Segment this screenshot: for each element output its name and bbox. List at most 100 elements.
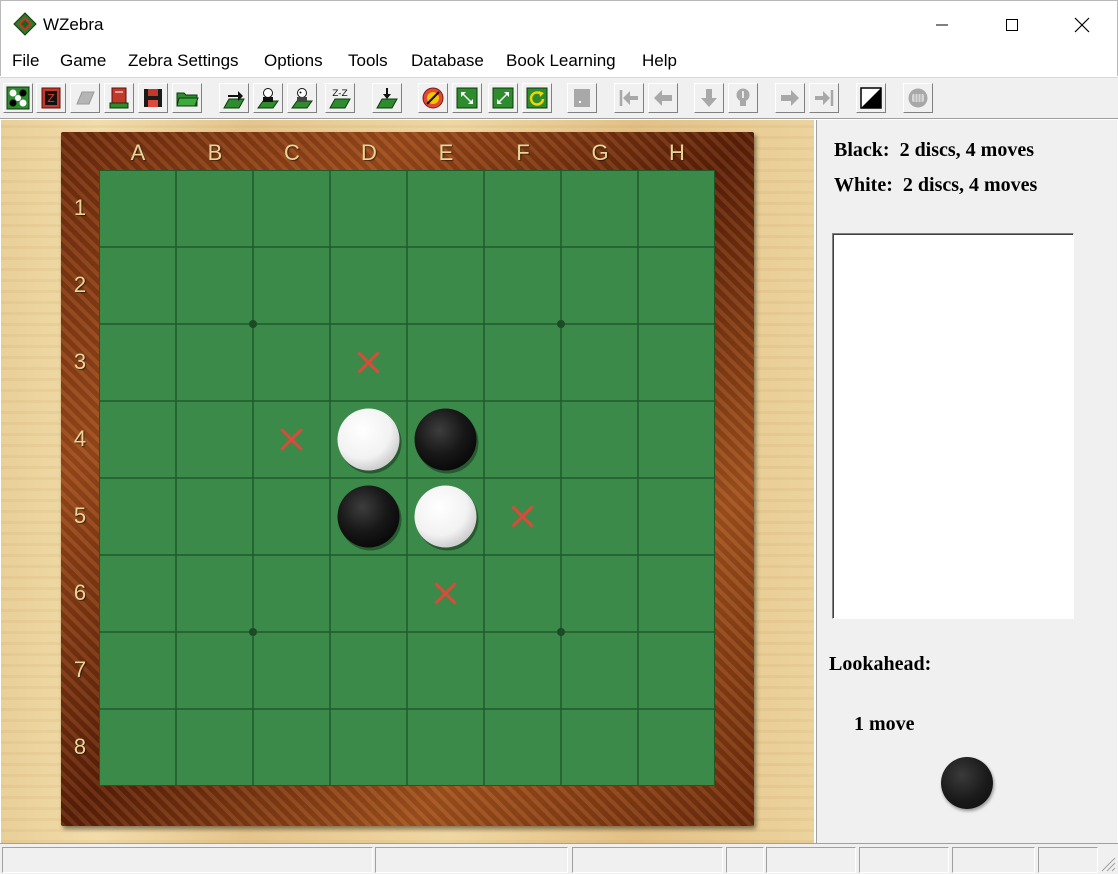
menu-help[interactable]: Help	[642, 51, 677, 71]
disc-white-d4	[337, 408, 400, 471]
menu-options[interactable]: Options	[264, 51, 323, 71]
last-move-icon	[815, 90, 834, 106]
column-label-e: E	[438, 140, 454, 165]
menu-file[interactable]: File	[12, 51, 39, 71]
status-pane-6	[859, 847, 949, 873]
download-move-icon	[376, 88, 398, 109]
toolbar: Z Z-Z	[0, 77, 1118, 119]
abacus-icon	[908, 88, 928, 108]
row-label-3: 3	[73, 349, 87, 374]
sleep-zz-button[interactable]: Z-Z	[325, 83, 355, 113]
star-point	[557, 628, 565, 636]
menu-tools[interactable]: Tools	[348, 51, 388, 71]
disc-black-e4	[414, 408, 477, 471]
download-move-button[interactable]	[372, 83, 402, 113]
legal-move-d3[interactable]	[357, 351, 380, 374]
black-label: Black:	[834, 139, 890, 161]
maximize-button[interactable]	[977, 1, 1047, 49]
refresh-board-button[interactable]	[522, 83, 552, 113]
maximize-icon	[1006, 19, 1018, 31]
save-book-icon	[109, 87, 129, 109]
row-label-6: 6	[73, 580, 87, 605]
board-frame: A B C D E F G H 1 2 3 4 5 6 7 8	[61, 132, 754, 826]
stop-button[interactable]	[418, 83, 448, 113]
title-bar: WZebra	[0, 0, 1118, 48]
lightbulb-icon	[736, 88, 750, 106]
status-pane-2	[375, 847, 568, 873]
star-point	[557, 320, 565, 328]
move-forward-board-icon	[223, 91, 245, 109]
person-analyze-button[interactable]	[253, 83, 283, 113]
lightbulb-button[interactable]	[728, 83, 758, 113]
previous-move-icon	[654, 90, 672, 106]
row-label-8: 8	[73, 734, 87, 759]
blank-page-button[interactable]	[567, 83, 597, 113]
eraser-button[interactable]	[70, 83, 100, 113]
lookahead-label: Lookahead:	[829, 653, 932, 675]
disc-black-d5	[337, 485, 400, 548]
person-analyze-icon	[257, 88, 279, 109]
column-label-d: D	[361, 140, 377, 165]
black-white-toggle-button[interactable]	[856, 83, 886, 113]
rotate-board-icon	[456, 87, 478, 109]
legal-move-f5[interactable]	[511, 505, 534, 528]
new-game-icon	[6, 86, 30, 110]
save-disk-button[interactable]	[138, 83, 168, 113]
wzebra-app-icon	[13, 12, 37, 36]
star-point	[249, 628, 257, 636]
menu-book-learning[interactable]: Book Learning	[506, 51, 616, 71]
othello-board[interactable]	[99, 170, 715, 786]
side-to-move-disc	[941, 757, 993, 809]
status-pane-4	[726, 847, 764, 873]
svg-text:Z: Z	[47, 92, 55, 105]
lookahead-value: 1 move	[854, 713, 915, 735]
open-folder-button[interactable]	[172, 83, 202, 113]
menu-zebra-settings[interactable]: Zebra Settings	[128, 51, 239, 71]
blank-page-icon	[574, 89, 590, 107]
white-score-value: 2 discs, 4 moves	[902, 174, 1038, 196]
board-area: A B C D E F G H 1 2 3 4 5 6 7 8	[1, 120, 814, 843]
flip-board-button[interactable]	[488, 83, 518, 113]
last-move-button[interactable]	[809, 83, 839, 113]
person-hint-button[interactable]	[287, 83, 317, 113]
resize-grip-icon[interactable]	[1096, 852, 1116, 872]
black-score-value: 2 discs, 4 moves	[899, 139, 1035, 161]
save-book-button[interactable]	[104, 83, 134, 113]
status-pane-3	[572, 847, 723, 873]
column-label-b: B	[207, 140, 223, 165]
row-label-4: 4	[73, 426, 87, 451]
abacus-button[interactable]	[903, 83, 933, 113]
down-arrow-icon	[701, 89, 717, 107]
rotate-board-button[interactable]	[452, 83, 482, 113]
close-icon	[1074, 17, 1090, 33]
status-pane-8	[1038, 847, 1098, 873]
zebra-book-button[interactable]: Z	[36, 83, 66, 113]
row-label-2: 2	[73, 272, 87, 297]
column-label-f: F	[516, 140, 530, 165]
svg-text:Z-Z: Z-Z	[332, 89, 347, 99]
next-move-button[interactable]	[775, 83, 805, 113]
menu-bar: File Game Zebra Settings Options Tools D…	[0, 48, 1118, 76]
minimize-icon	[936, 24, 948, 26]
menu-database[interactable]: Database	[411, 51, 484, 71]
move-list-box[interactable]	[832, 233, 1074, 619]
move-forward-board-button[interactable]	[219, 83, 249, 113]
legal-move-c4[interactable]	[280, 428, 303, 451]
menu-game[interactable]: Game	[60, 51, 106, 71]
save-disk-icon	[144, 89, 162, 107]
white-score: White: 2 discs, 4 moves	[834, 174, 1037, 197]
column-label-h: H	[669, 140, 685, 165]
star-point	[249, 320, 257, 328]
close-button[interactable]	[1047, 1, 1117, 49]
down-arrow-button[interactable]	[694, 83, 724, 113]
zebra-book-icon: Z	[41, 87, 61, 109]
legal-move-e6[interactable]	[434, 582, 457, 605]
new-game-button[interactable]	[3, 83, 33, 113]
minimize-button[interactable]	[907, 1, 977, 49]
sleep-zz-icon: Z-Z	[329, 89, 351, 109]
open-folder-icon	[176, 92, 199, 107]
status-pane-1	[2, 847, 373, 873]
first-move-button[interactable]	[614, 83, 644, 113]
previous-move-button[interactable]	[648, 83, 678, 113]
status-pane-5	[766, 847, 856, 873]
